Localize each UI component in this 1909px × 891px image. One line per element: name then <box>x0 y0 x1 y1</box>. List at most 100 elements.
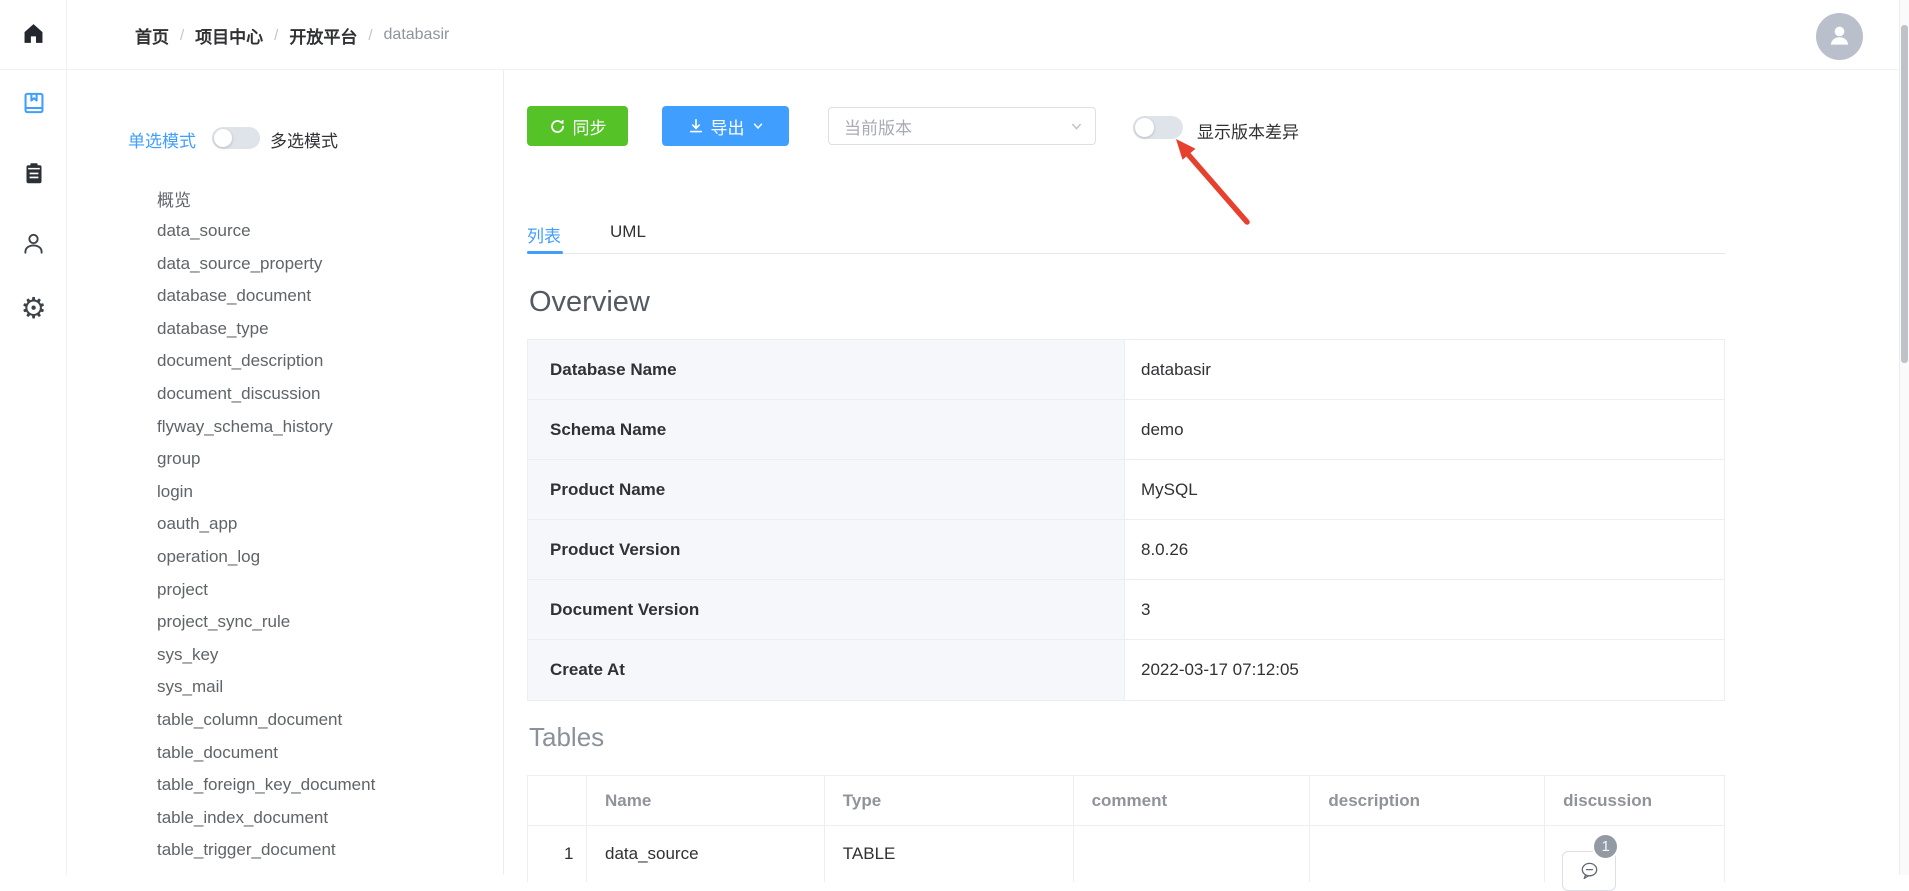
book-icon <box>21 90 47 121</box>
tab-bar-border <box>527 253 1725 254</box>
cell-comment <box>1074 826 1311 882</box>
overview-title: Overview <box>529 286 650 319</box>
cell-name[interactable]: data_source <box>587 826 825 882</box>
list-item[interactable]: document_description <box>157 345 497 378</box>
header-name: Name <box>587 776 825 825</box>
mode-toggle[interactable] <box>212 127 260 149</box>
list-item[interactable]: table_trigger_document <box>157 834 497 867</box>
list-item[interactable]: table_index_document <box>157 802 497 835</box>
row-value: 8.0.26 <box>1125 520 1724 579</box>
table-row: Product Name MySQL <box>528 460 1724 520</box>
row-value: 2022-03-17 07:12:05 <box>1125 640 1724 700</box>
header-discussion: discussion <box>1545 776 1724 825</box>
tab-uml[interactable]: UML <box>610 222 646 242</box>
row-label: Document Version <box>528 580 1125 639</box>
table-row: Document Version 3 <box>528 580 1724 640</box>
breadcrumb-open-platform[interactable]: 开放平台 <box>289 23 357 48</box>
tables-title: Tables <box>529 722 604 753</box>
list-item[interactable]: document_discussion <box>157 378 497 411</box>
panel-divider <box>503 70 504 875</box>
cell-type: TABLE <box>825 826 1074 882</box>
list-item[interactable]: database_type <box>157 312 497 345</box>
user-avatar[interactable] <box>1816 13 1863 60</box>
list-item[interactable]: database_document <box>157 280 497 313</box>
show-diff-label: 显示版本差异 <box>1197 118 1299 143</box>
export-button[interactable]: 导出 <box>662 106 789 146</box>
single-mode-label: 单选模式 <box>128 127 196 152</box>
discussion-count-badge: 1 <box>1592 833 1619 860</box>
row-label: Product Version <box>528 520 1125 579</box>
list-item[interactable]: operation_log <box>157 541 497 574</box>
list-item[interactable]: login <box>157 475 497 508</box>
breadcrumb-project-center[interactable]: 项目中心 <box>195 23 263 48</box>
breadcrumb: 首页 / 项目中心 / 开放平台 / databasir <box>135 0 449 70</box>
cell-description <box>1310 826 1545 882</box>
refresh-icon <box>549 118 566 135</box>
overview-table: Database Name databasir Schema Name demo… <box>527 339 1725 701</box>
list-item[interactable]: table_foreign_key_document <box>157 769 497 802</box>
table-list: 概览 data_source data_source_property data… <box>157 182 497 867</box>
row-label: Create At <box>528 640 1125 700</box>
avatar-person-icon <box>1826 21 1853 53</box>
list-item[interactable]: table_document <box>157 736 497 769</box>
window-scrollbar-thumb[interactable] <box>1901 25 1908 363</box>
breadcrumb-current-project: databasir <box>384 26 450 44</box>
breadcrumb-separator: / <box>180 27 184 44</box>
sidebar-nav-tasks[interactable] <box>0 161 67 191</box>
header-comment: comment <box>1074 776 1311 825</box>
row-label: Schema Name <box>528 400 1125 459</box>
list-item[interactable]: oauth_app <box>157 508 497 541</box>
header-description: description <box>1310 776 1545 825</box>
row-value: databasir <box>1125 340 1724 399</box>
multi-mode-label: 多选模式 <box>270 127 338 152</box>
speech-bubble-icon <box>1579 861 1600 881</box>
table-row: Create At 2022-03-17 07:12:05 <box>528 640 1724 700</box>
tables-grid: Name Type comment description discussion… <box>527 775 1725 882</box>
breadcrumb-separator: / <box>274 27 278 44</box>
row-value: demo <box>1125 400 1724 459</box>
list-item[interactable]: data_source_property <box>157 247 497 280</box>
table-row: Product Version 8.0.26 <box>528 520 1724 580</box>
list-item[interactable]: group <box>157 443 497 476</box>
gear-icon: ⚙ <box>21 295 47 324</box>
list-item-overview[interactable]: 概览 <box>157 182 497 215</box>
tables-grid-header: Name Type comment description discussion <box>528 776 1724 826</box>
sidebar-nav-documents[interactable] <box>0 90 67 121</box>
list-item[interactable]: sys_key <box>157 639 497 672</box>
tab-list[interactable]: 列表 <box>527 222 561 247</box>
user-icon <box>20 230 47 262</box>
sync-button[interactable]: 同步 <box>527 106 628 146</box>
header-index <box>528 776 587 825</box>
list-item[interactable]: flyway_schema_history <box>157 410 497 443</box>
header-type: Type <box>825 776 1074 825</box>
breadcrumb-home[interactable]: 首页 <box>135 23 169 48</box>
cell-discussion: 1 <box>1545 826 1724 882</box>
table-row: 1 data_source TABLE 1 <box>528 826 1724 882</box>
table-row: Schema Name demo <box>528 400 1724 460</box>
sidebar-nav-home[interactable] <box>0 21 67 51</box>
row-value: 3 <box>1125 580 1724 639</box>
sidebar-nav-users[interactable] <box>0 230 67 262</box>
sidebar-nav-settings[interactable]: ⚙ <box>0 295 67 324</box>
icon-rail-divider <box>66 0 67 875</box>
row-value: MySQL <box>1125 460 1724 519</box>
version-select-placeholder: 当前版本 <box>844 114 912 139</box>
active-tab-indicator <box>527 251 563 254</box>
version-select[interactable]: 当前版本 <box>828 107 1096 145</box>
chevron-down-icon <box>752 120 764 132</box>
list-item[interactable]: sys_mail <box>157 671 497 704</box>
download-icon <box>688 118 704 134</box>
show-diff-toggle[interactable] <box>1133 116 1183 139</box>
breadcrumb-separator: / <box>368 27 372 44</box>
list-item[interactable]: table_column_document <box>157 704 497 737</box>
row-label: Database Name <box>528 340 1125 399</box>
list-item[interactable]: data_source <box>157 215 497 248</box>
table-row: Database Name databasir <box>528 340 1724 400</box>
list-item[interactable]: project_sync_rule <box>157 606 497 639</box>
clipboard-icon <box>22 161 46 191</box>
chevron-down-icon <box>1070 120 1083 133</box>
list-item[interactable]: project <box>157 573 497 606</box>
export-button-label: 导出 <box>711 114 745 139</box>
sync-button-label: 同步 <box>573 114 607 139</box>
cell-index: 1 <box>528 826 587 882</box>
